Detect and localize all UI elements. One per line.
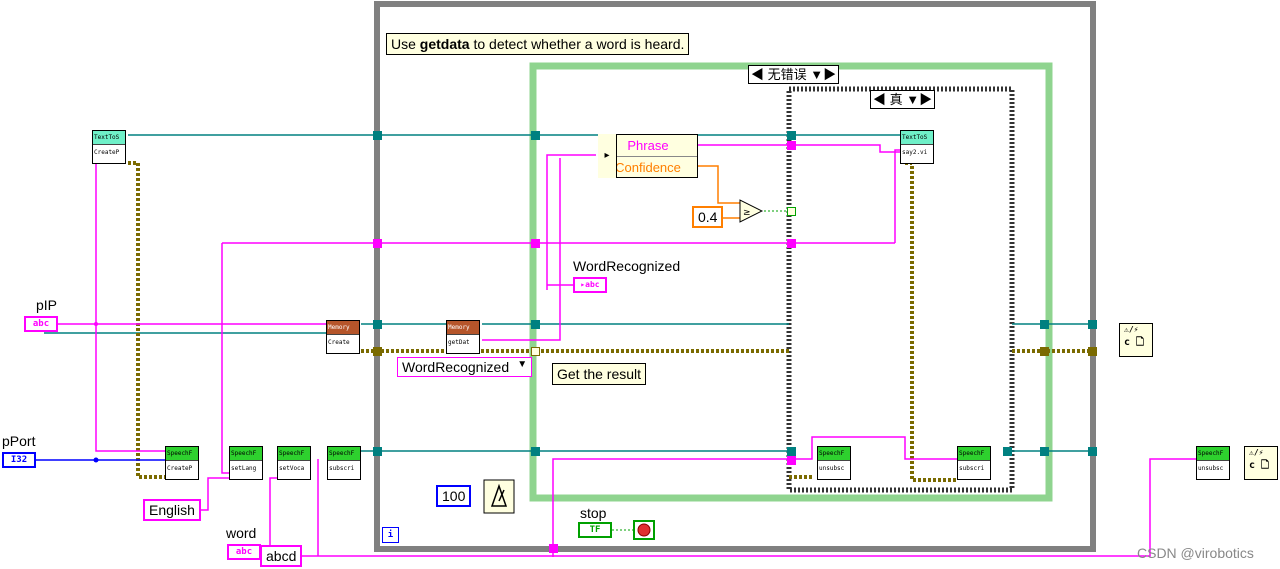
case-tunnel-4: [531, 447, 540, 456]
wire-layer: ≥: [36, 1, 1196, 557]
pip-control[interactable]: abc: [24, 316, 58, 332]
vi-top: SpeechF: [328, 447, 360, 460]
vi-bottom: setVoca: [278, 460, 310, 479]
word-label: word: [226, 525, 257, 541]
refnum-wires: [44, 134, 1090, 452]
vi-bottom: subscri: [958, 460, 990, 479]
language-constant[interactable]: English: [143, 499, 201, 521]
dropdown-arrow-icon[interactable]: ▼▶: [810, 67, 836, 82]
vi-bottom: unsubsc: [1197, 460, 1229, 479]
vi-bottom: say2.vi: [901, 144, 933, 163]
case-tunnel-6: [1040, 347, 1049, 356]
error-wires: [128, 161, 1090, 482]
speech-setvoca-vi[interactable]: SpeechF setVoca: [277, 446, 311, 480]
comment-getdata-text: Use getdata to detect whether a word is …: [391, 36, 685, 52]
decrement-arrow-icon[interactable]: ◀: [873, 92, 886, 107]
event-name-enum-value: WordRecognized: [402, 359, 510, 375]
tunnel-refnum-mem: [373, 320, 382, 329]
word-control[interactable]: abc: [227, 544, 261, 560]
simple-error-handler-icon[interactable]: ⚠/⚡ c 🗋: [1119, 323, 1153, 357]
case-tunnel-5: [1040, 320, 1049, 329]
inner-tunnel-3: [787, 239, 796, 248]
watermark: CSDN @virobotics: [1137, 545, 1254, 561]
memory-create-proxy-vi[interactable]: Memory Create: [326, 320, 360, 354]
pip-label: pIP: [36, 297, 58, 313]
vi-top: TextToS: [901, 131, 933, 144]
decrement-arrow-icon[interactable]: ◀: [751, 67, 764, 82]
vi-top: SpeechF: [230, 447, 262, 460]
comment-getdata-keyword: getdata: [419, 36, 470, 52]
vi-bottom: CreateP: [166, 460, 198, 479]
tunnel-out-mem-ref: [1088, 320, 1097, 329]
inner-tunnel-4: [787, 207, 796, 216]
inner-tunnel-5: [787, 447, 796, 456]
case-tunnel-1: [531, 131, 540, 140]
vi-bottom: subscri: [328, 460, 360, 479]
vi-top: SpeechF: [958, 447, 990, 460]
inner-tunnel-2: [787, 141, 796, 150]
speech-subscribe-inner-vi[interactable]: SpeechF subscri: [957, 446, 991, 480]
wait-ms-constant[interactable]: 100: [436, 485, 472, 507]
speech-subscribe-vi[interactable]: SpeechF subscri: [327, 446, 361, 480]
vi-bottom: Create: [327, 334, 359, 353]
word-recognized-label: WordRecognized: [573, 258, 681, 274]
threshold-constant[interactable]: 0.4: [692, 206, 724, 228]
stop-label: stop: [580, 505, 607, 521]
speech-unsubscribe-outer-vi[interactable]: SpeechF unsubsc: [1196, 446, 1230, 480]
tunnel-out-error: [1088, 347, 1097, 356]
speech-create-proxy-vi[interactable]: SpeechF CreateP: [165, 446, 199, 480]
tunnel-out-speech-ref: [1088, 447, 1097, 456]
svg-text:≥: ≥: [743, 208, 751, 218]
inner-tunnel-7: [1003, 447, 1012, 456]
case-selector-error-label: 无错误: [767, 67, 807, 82]
word-recognized-indicator[interactable]: ▸abc: [573, 277, 607, 293]
vi-top: Memory: [447, 321, 479, 334]
vi-top: SpeechF: [278, 447, 310, 460]
case-selector-error[interactable]: ◀ 无错误 ▼▶: [748, 65, 840, 84]
vi-bottom: setLang: [230, 460, 262, 479]
case-tunnel-selector: [531, 347, 540, 356]
dropdown-arrow-icon[interactable]: ▼▶: [906, 92, 932, 107]
speech-unsubscribe-inner-vi[interactable]: SpeechF unsubsc: [817, 446, 851, 480]
vi-bottom: unsubsc: [818, 460, 850, 479]
vi-top: SpeechF: [818, 447, 850, 460]
tunnel-refnum-top: [373, 131, 382, 140]
case-tunnel-3: [531, 320, 540, 329]
vi-bottom: getDat: [447, 334, 479, 353]
case-selector-true[interactable]: ◀ 真 ▼▶: [870, 90, 936, 109]
event-name-enum[interactable]: WordRecognized ▼: [397, 357, 533, 377]
inner-tunnel-1: [787, 131, 796, 140]
case-tunnel-7: [1040, 447, 1049, 456]
vi-top: Memory: [327, 321, 359, 334]
enum-dropdown-icon[interactable]: ▼: [517, 359, 527, 370]
abcd-constant[interactable]: abcd: [260, 545, 303, 567]
case-selector-true-label: 真: [889, 92, 903, 107]
vi-top: SpeechF: [1197, 447, 1229, 460]
memory-getdata-vi[interactable]: Memory getDat: [446, 320, 480, 354]
stop-boolean-terminal[interactable]: TF: [578, 522, 612, 538]
loop-iteration-terminal: i: [382, 527, 399, 543]
simple-error-handler-icon[interactable]: ⚠/⚡ c 🗋: [1244, 446, 1278, 480]
tts-say-vi[interactable]: TextToS say2.vi: [900, 130, 934, 164]
tts-create-proxy-vi[interactable]: TextToS CreateP: [92, 130, 126, 164]
case-tunnel-2: [531, 239, 540, 248]
comment-getdata: Use getdata to detect whether a word is …: [386, 33, 690, 55]
tunnel-error-mem: [373, 347, 382, 356]
comment-get-result: Get the result: [552, 363, 647, 385]
pport-label: pPort: [2, 433, 36, 449]
vi-top: TextToS: [93, 131, 125, 144]
inner-tunnel-6: [787, 456, 796, 465]
vi-top: SpeechF: [166, 447, 198, 460]
pport-control[interactable]: I32: [2, 452, 36, 468]
unbundle-arrow-icon: ▸: [598, 134, 617, 178]
vi-bottom: CreateP: [93, 144, 125, 163]
speech-setlang-vi[interactable]: SpeechF setLang: [229, 446, 263, 480]
tunnel-refnum-speech: [373, 447, 382, 456]
tunnel-string-word: [549, 544, 558, 553]
tunnel-string-mid: [373, 239, 382, 248]
